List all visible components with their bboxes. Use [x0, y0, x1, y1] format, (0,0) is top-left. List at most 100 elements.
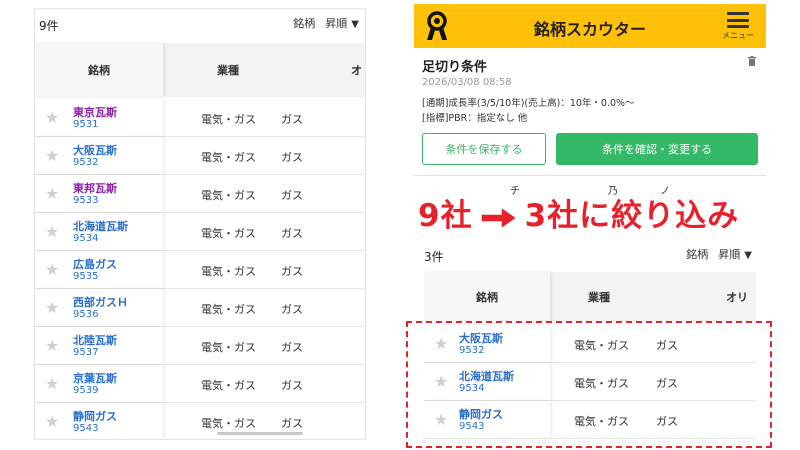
horizontal-scrollbar[interactable]	[217, 432, 303, 435]
cutoff-conditions-title: 足切り条件	[422, 60, 488, 75]
highlight-dashed-box	[406, 321, 772, 448]
table-row[interactable]: ★ 東京瓦斯 9531 電気・ガス ガス	[35, 99, 365, 137]
sub-industry-cell: ガス	[281, 113, 303, 126]
stock-code: 9534	[73, 233, 99, 244]
industry-cell: 電気・ガス	[201, 113, 256, 126]
industry-cell: 電気・ガス	[201, 151, 256, 164]
star-icon[interactable]: ★	[45, 224, 59, 240]
stock-code: 9543	[73, 423, 99, 434]
sort-control[interactable]: 銘柄 昇順 ▼	[293, 15, 359, 31]
industry-cell: 電気・ガス	[201, 341, 256, 354]
table-row[interactable]: ★ 大阪瓦斯 9532 電気・ガス ガス	[35, 137, 365, 175]
table-row[interactable]: ★ 静岡ガス 9543 電気・ガス ガス	[35, 403, 365, 439]
app-header: 銘柄スカウター メニュー	[414, 4, 766, 48]
save-conditions-button[interactable]: 条件を保存する	[422, 133, 546, 165]
star-icon[interactable]: ★	[45, 262, 59, 278]
stock-code: 9531	[73, 119, 99, 130]
arrow-right-icon	[479, 205, 518, 230]
hamburger-icon	[727, 12, 749, 28]
column-header-industry[interactable]: 業種	[550, 272, 648, 322]
stock-name-link[interactable]: 静岡ガス	[73, 408, 117, 424]
stock-name-link[interactable]: 東邦瓦斯	[73, 180, 117, 196]
filtered-sort-control[interactable]: 銘柄 昇順 ▼	[686, 246, 752, 262]
industry-cell: 電気・ガス	[201, 303, 256, 316]
trash-icon[interactable]	[748, 56, 756, 69]
star-icon[interactable]: ★	[45, 186, 59, 202]
industry-cell: 電気・ガス	[201, 379, 256, 392]
table-row[interactable]: ★ 広島ガス 9535 電気・ガス ガス	[35, 251, 365, 289]
sub-industry-cell: ガス	[281, 151, 303, 164]
filtered-result-count: 3件	[424, 250, 444, 264]
stock-code: 9536	[73, 309, 99, 320]
stock-name-link[interactable]: 北海道瓦斯	[73, 218, 128, 234]
stock-cell: ★ 京葉瓦斯 9539	[35, 365, 163, 402]
sub-industry-cell: ガス	[281, 227, 303, 240]
stock-cell: ★ 東京瓦斯 9531	[35, 99, 163, 136]
table-row[interactable]: ★ 北海道瓦斯 9534 電気・ガス ガス	[35, 213, 365, 251]
star-icon[interactable]: ★	[45, 414, 59, 430]
industry-cell: 電気・ガス	[201, 227, 256, 240]
banner-before-count: 9社	[418, 198, 473, 234]
stock-cell: ★ 大阪瓦斯 9532	[35, 137, 163, 174]
caret-down-icon: ▼	[744, 250, 752, 261]
condition-line-growth: [通期]成長率(3/5/10年)(売上高)：10年・0.0%〜	[422, 98, 635, 109]
sub-industry-cell: ガス	[281, 265, 303, 278]
left-results-panel: 9件 銘柄 昇順 ▼ 銘柄 業種 オ ★ 東京瓦斯 9531 電気・ガス ガス ★ 大阪瓦斯 95…	[34, 8, 366, 440]
result-count: 9件	[39, 19, 59, 33]
app-title: 銘柄スカウター	[533, 20, 646, 39]
table-header: 銘柄 業種 オ	[35, 43, 365, 97]
stock-cell: ★ 西部ガスＨ 9536	[35, 289, 163, 326]
stock-name-link[interactable]: 北陸瓦斯	[73, 332, 117, 348]
table-row[interactable]: ★ 京葉瓦斯 9539 電気・ガス ガス	[35, 365, 365, 403]
sort-order: 昇順	[718, 248, 741, 261]
conditions-timestamp: 2026/03/08 08:58	[422, 77, 512, 88]
star-icon[interactable]: ★	[45, 300, 59, 316]
star-icon[interactable]: ★	[45, 376, 59, 392]
sub-industry-cell: ガス	[281, 379, 303, 392]
stock-name-link[interactable]: 東京瓦斯	[73, 104, 117, 120]
stock-code: 9532	[73, 157, 99, 168]
sort-order: 昇順	[325, 17, 348, 30]
filtered-table-header: 銘柄 業種 オリ	[424, 272, 756, 322]
industry-cell: 電気・ガス	[201, 189, 256, 202]
sub-industry-cell: ガス	[281, 341, 303, 354]
banner-after-count: 3社に絞り込み	[524, 198, 740, 234]
menu-label: メニュー	[722, 31, 754, 40]
column-header-industry[interactable]: 業種	[163, 43, 293, 97]
star-icon[interactable]: ★	[45, 338, 59, 354]
star-icon[interactable]: ★	[45, 148, 59, 164]
divider	[414, 175, 766, 176]
condition-line-indicator: [指標]PBR：指定なし 他	[422, 113, 528, 124]
filtered-count-bar: 3件 銘柄 昇順 ▼	[414, 240, 766, 268]
column-header-other[interactable]: オ	[351, 43, 362, 97]
stock-code: 9537	[73, 347, 99, 358]
sub-industry-cell: ガス	[281, 303, 303, 316]
sort-field: 銘柄	[293, 17, 316, 30]
stock-code: 9535	[73, 271, 99, 282]
stock-name-link[interactable]: 西部ガスＨ	[73, 294, 128, 310]
table-row[interactable]: ★ 西部ガスＨ 9536 電気・ガス ガス	[35, 289, 365, 327]
narrowing-annotation-banner: 9社 3社に絞り込み	[418, 190, 770, 234]
stock-cell: ★ 北海道瓦斯 9534	[35, 213, 163, 250]
stock-cell: ★ 広島ガス 9535	[35, 251, 163, 288]
stock-name-link[interactable]: 京葉瓦斯	[73, 370, 117, 386]
column-header-other[interactable]: オリ	[726, 272, 748, 322]
stock-cell: ★ 東邦瓦斯 9533	[35, 175, 163, 212]
star-icon[interactable]: ★	[45, 110, 59, 126]
stock-cell: ★ 北陸瓦斯 9537	[35, 327, 163, 364]
caret-down-icon: ▼	[351, 19, 359, 30]
sub-industry-cell: ガス	[281, 189, 303, 202]
sub-industry-cell: ガス	[281, 417, 303, 430]
stock-name-link[interactable]: 広島ガス	[73, 256, 117, 272]
column-header-stock[interactable]: 銘柄	[424, 272, 550, 322]
menu-button[interactable]: メニュー	[718, 12, 758, 46]
table-row[interactable]: ★ 東邦瓦斯 9533 電気・ガス ガス	[35, 175, 365, 213]
table-row[interactable]: ★ 北陸瓦斯 9537 電気・ガス ガス	[35, 327, 365, 365]
sort-field: 銘柄	[686, 248, 709, 261]
stock-name-link[interactable]: 大阪瓦斯	[73, 142, 117, 158]
stock-code: 9533	[73, 195, 99, 206]
column-header-stock[interactable]: 銘柄	[35, 43, 163, 97]
stock-cell: ★ 静岡ガス 9543	[35, 403, 163, 439]
results-count-bar: 9件 銘柄 昇順 ▼	[35, 9, 365, 37]
confirm-conditions-button[interactable]: 条件を確認・変更する	[556, 133, 758, 165]
